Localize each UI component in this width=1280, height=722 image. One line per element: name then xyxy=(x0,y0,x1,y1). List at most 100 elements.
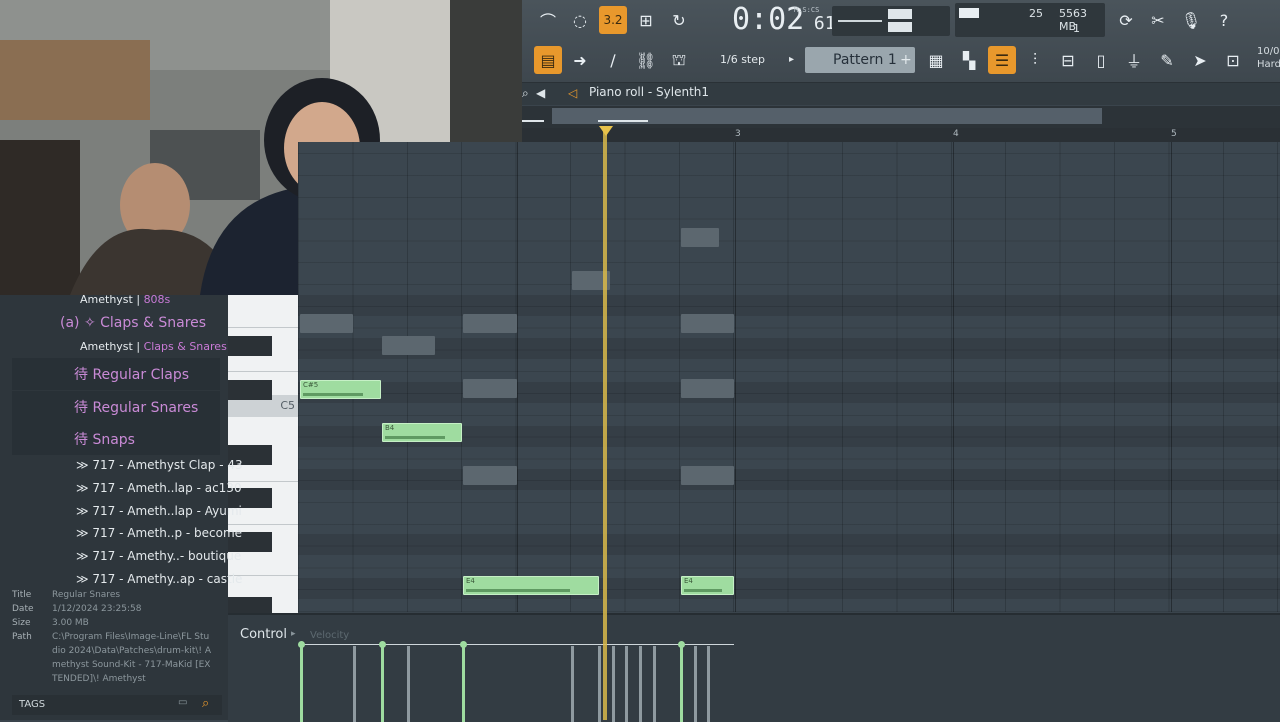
speaker-icon[interactable]: ◀ xyxy=(536,86,545,100)
control-arrow-icon[interactable]: ▸ xyxy=(291,629,296,639)
ghost-note xyxy=(681,379,734,398)
note-grid[interactable]: C#5 B4 E4 E4 xyxy=(298,142,1280,612)
cart-icon[interactable]: ⊡ xyxy=(1219,46,1247,74)
brush-icon[interactable]: ∕ xyxy=(599,46,627,74)
help-icon[interactable]: ? xyxy=(1210,6,1238,34)
playlist-icon[interactable]: ▦ xyxy=(922,46,950,74)
master-volume-panel[interactable] xyxy=(832,6,950,36)
tools-icon[interactable]: ✂ xyxy=(1144,6,1172,34)
microphone-icon[interactable]: 🎙 xyxy=(1177,6,1205,34)
horizontal-scrollbar[interactable] xyxy=(522,106,1280,128)
velocity-handle[interactable] xyxy=(678,641,685,648)
file-item[interactable]: ≫ 717 - Ameth..lap - Ayumi xyxy=(76,504,304,518)
file-item[interactable]: ≫ 717 - Amethy..- boutique xyxy=(76,549,304,563)
options-arrow-icon[interactable]: ◁ xyxy=(568,86,577,100)
note-e4[interactable]: E4 xyxy=(681,576,734,595)
velocity-line xyxy=(300,644,734,645)
breadcrumb-pack: Claps & Snares xyxy=(143,340,227,353)
velocity-handle[interactable] xyxy=(460,641,467,648)
velocity-bar[interactable] xyxy=(707,646,710,722)
wait-input-icon[interactable]: ◌ xyxy=(566,6,594,34)
search-icon[interactable]: ⌕ xyxy=(202,696,209,711)
clipboard-icon[interactable]: ▯ xyxy=(1087,46,1115,74)
velocity-bar[interactable] xyxy=(598,646,601,722)
folder-claps-snares[interactable]: (a) ✧ Claps & Snares xyxy=(60,315,288,331)
info-path: C:\Program Files\Image-Line\FL Studio 20… xyxy=(52,632,212,684)
breadcrumb-pack: 808s xyxy=(143,293,171,306)
ghost-note xyxy=(300,314,353,333)
velocity-bar[interactable] xyxy=(653,646,656,722)
velocity-bar[interactable] xyxy=(625,646,628,722)
time-display: 0:02 M:S:CS 61 xyxy=(732,2,836,37)
breadcrumb-prefix: Amethyst | xyxy=(80,340,141,353)
piano-roll-title[interactable]: Piano roll - Sylenth1 xyxy=(589,85,709,99)
pattern-selector[interactable]: Pattern 1 xyxy=(805,47,915,73)
ghost-note xyxy=(382,336,435,355)
piano-roll-icon[interactable]: ☰ xyxy=(988,46,1016,74)
velocity-bar[interactable] xyxy=(694,646,697,722)
hint-panel: 10/0 Hard xyxy=(1257,45,1280,71)
folder-regular-snares[interactable]: 待 Regular Snares xyxy=(74,397,302,417)
mixer-icon[interactable]: ⫶ xyxy=(1021,46,1049,74)
folder-regular-claps[interactable]: 待 Regular Claps xyxy=(74,364,302,384)
file-item[interactable]: ≫ 717 - Ameth..p - become xyxy=(76,526,304,540)
snap-step-select[interactable]: 1/6 step xyxy=(720,53,765,66)
note-csharp5[interactable]: C#5 xyxy=(300,380,381,399)
playhead[interactable] xyxy=(603,128,607,720)
main-toolbar: ⌒ ◌ 3.2 ⊞ ↻ 0:02 M:S:CS 61 25 5563 MB 1 … xyxy=(522,0,1280,83)
ruler-bar-5: 5 xyxy=(1171,129,1177,139)
velocity-bar[interactable] xyxy=(612,646,615,722)
channel-rack-icon[interactable]: ▚ xyxy=(955,46,983,74)
velocity-handle[interactable] xyxy=(298,641,305,648)
loop-record-icon[interactable]: ↻ xyxy=(665,6,693,34)
control-label[interactable]: Control xyxy=(240,627,287,642)
file-item[interactable]: ≫ 717 - Ameth..lap - ac130 xyxy=(76,481,304,495)
velocity-bar[interactable] xyxy=(639,646,642,722)
breadcrumb-claps: Amethyst | Claps & Snares xyxy=(80,340,308,353)
black-key[interactable] xyxy=(228,597,272,613)
ghost-note xyxy=(463,379,517,398)
velocity-bar[interactable] xyxy=(381,646,384,722)
velocity-handle[interactable] xyxy=(379,641,386,648)
ghost-note xyxy=(463,466,517,485)
velocity-bar[interactable] xyxy=(680,646,683,722)
folder-icon[interactable]: ▭ xyxy=(178,697,187,708)
arrow-right-icon[interactable]: ➜ xyxy=(566,46,594,74)
velocity-bar[interactable] xyxy=(300,646,303,722)
note-label: B4 xyxy=(385,424,395,432)
ruler-bar-4: 4 xyxy=(953,129,959,139)
tempo-button[interactable]: 3.2 xyxy=(599,6,627,34)
tags-bar[interactable]: TAGS ▭ ⌕ xyxy=(12,695,222,715)
file-item[interactable]: ≫ 717 - Amethyst Clap - 43 xyxy=(76,458,304,472)
pattern-prev-icon[interactable]: ▸ xyxy=(789,49,803,71)
step-edit-icon[interactable]: ⊞ xyxy=(632,6,660,34)
info-path-key: Path xyxy=(12,632,32,642)
info-date-key: Date xyxy=(12,604,34,614)
velocity-bar[interactable] xyxy=(353,646,356,722)
send-icon[interactable]: ➤ xyxy=(1186,46,1214,74)
add-pattern-icon[interactable]: + xyxy=(900,49,914,71)
timeline-ruler[interactable]: 3 4 5 xyxy=(522,128,1280,142)
note-label: E4 xyxy=(466,577,475,585)
refresh-icon[interactable]: ⟳ xyxy=(1112,6,1140,34)
browser-icon[interactable]: ⊟ xyxy=(1054,46,1082,74)
playhead-marker-icon[interactable] xyxy=(599,126,613,136)
monitor-poly: 1 xyxy=(1073,22,1080,35)
song-mode-icon[interactable]: ▤ xyxy=(534,46,562,74)
note-e4[interactable]: E4 xyxy=(463,576,599,595)
note-b4[interactable]: B4 xyxy=(382,423,462,442)
folder-snaps[interactable]: 待 Snaps xyxy=(74,429,302,449)
stamp-icon[interactable]: ⛫ xyxy=(665,46,693,74)
event-control-lane[interactable]: Control ▸ Velocity xyxy=(228,613,1280,722)
touch-controller-icon[interactable]: ✎ xyxy=(1153,46,1181,74)
control-param: Velocity xyxy=(310,630,350,641)
plugin-icon[interactable]: ⏚ xyxy=(1120,46,1148,74)
velocity-bar[interactable] xyxy=(462,646,465,722)
metronome-icon[interactable]: ⌒ xyxy=(534,6,562,34)
file-item[interactable]: ≫ 717 - Amethy..ap - castle xyxy=(76,572,304,586)
velocity-bar[interactable] xyxy=(407,646,410,722)
link-icon[interactable]: ⛓ xyxy=(632,46,660,74)
ghost-note xyxy=(681,314,734,333)
velocity-bar[interactable] xyxy=(571,646,574,722)
search-icon[interactable]: ⌕ xyxy=(522,86,529,101)
